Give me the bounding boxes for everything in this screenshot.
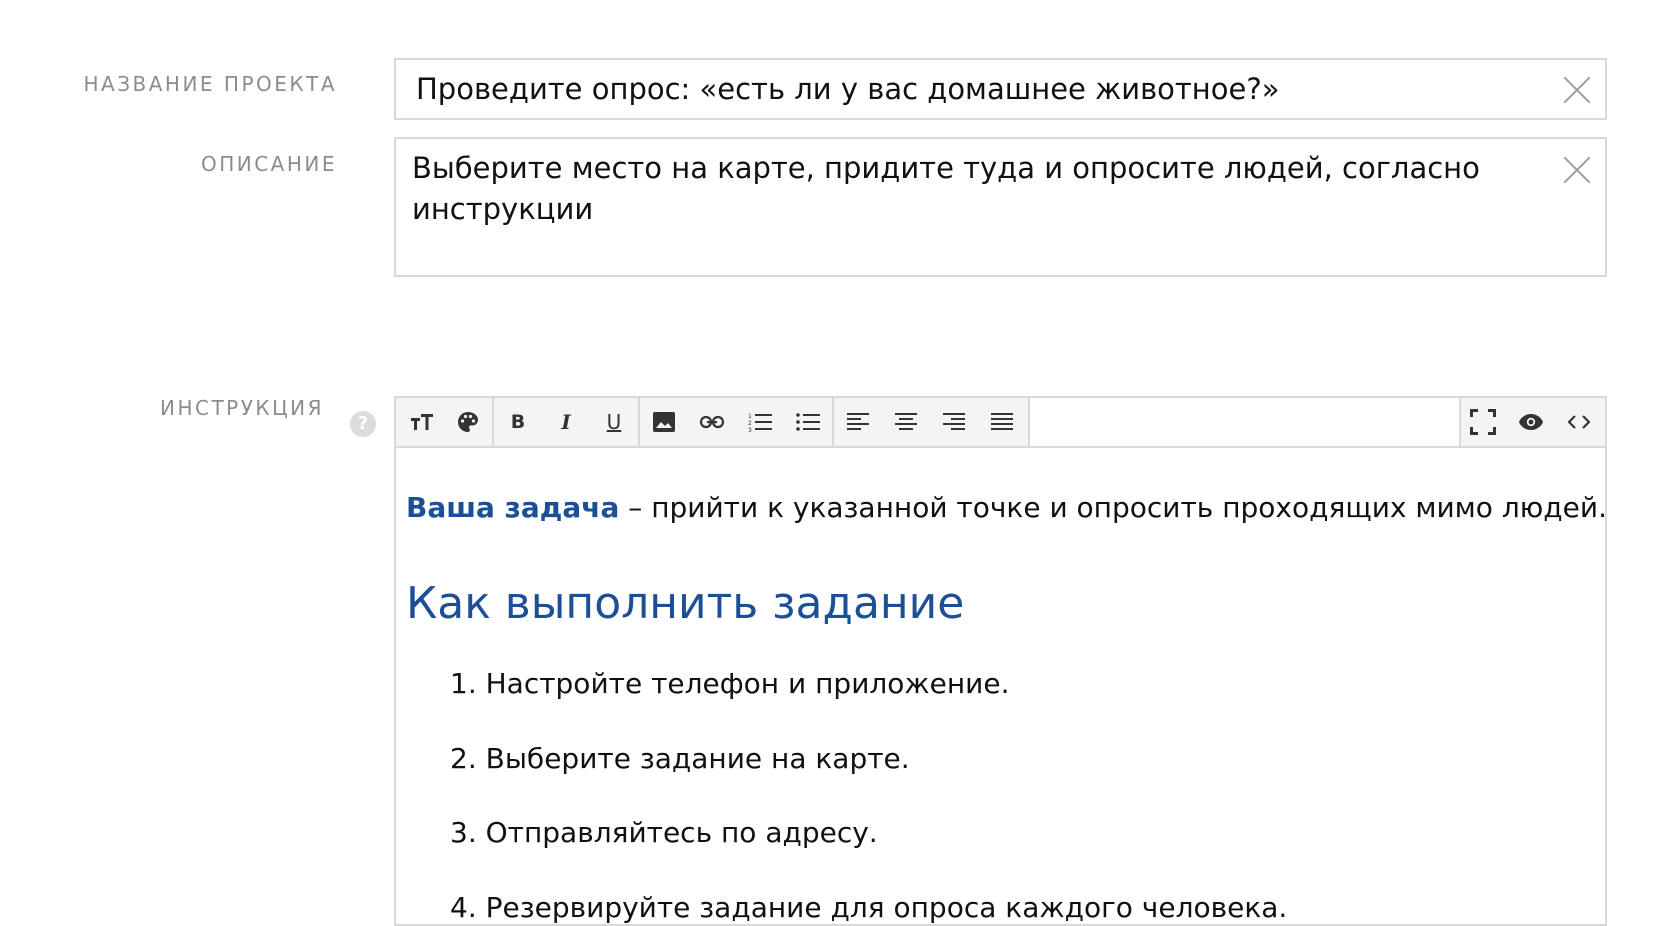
clear-description-icon[interactable] (1562, 155, 1592, 185)
list-item: 1. Настройте телефон и приложение. (450, 667, 1010, 700)
align-left-icon[interactable] (836, 398, 880, 446)
editor-content[interactable]: Ваша задача – прийти к указанной точке и… (406, 446, 1605, 924)
help-icon[interactable]: ? (350, 411, 376, 437)
fullscreen-icon[interactable] (1461, 398, 1505, 446)
underline-label: U (606, 410, 622, 434)
project-name-value[interactable]: Проведите опрос: «есть ли у вас домашнее… (416, 69, 1280, 110)
svg-text:1: 1 (748, 413, 752, 420)
project-name-label: НАЗВАНИЕ ПРОЕКТА (83, 72, 337, 96)
palette-icon[interactable] (446, 398, 490, 446)
italic-label: I (561, 410, 571, 434)
bold-button[interactable]: B (496, 398, 540, 446)
toolbar-group-style: B I U (494, 398, 640, 446)
project-name-field[interactable]: Проведите опрос: «есть ли у вас домашнее… (394, 58, 1607, 120)
image-icon[interactable] (642, 398, 686, 446)
intro-strong: Ваша задача (406, 491, 620, 524)
section-heading: Как выполнить задание (406, 578, 965, 629)
text-size-icon[interactable] (400, 398, 444, 446)
clear-project-name-icon[interactable] (1562, 75, 1592, 105)
svg-text:3: 3 (748, 427, 752, 432)
link-icon[interactable] (690, 398, 734, 446)
toolbar-group-view (1459, 398, 1605, 446)
list-item: 3. Отправляйтесь по адресу. (450, 816, 878, 849)
underline-button[interactable]: U (592, 398, 636, 446)
list-item: 4. Резервируйте задание для опроса каждо… (450, 891, 1288, 924)
code-icon[interactable] (1557, 398, 1601, 446)
align-center-icon[interactable] (884, 398, 928, 446)
intro-text: – прийти к указанной точке и опросить пр… (619, 491, 1607, 524)
unordered-list-icon[interactable] (786, 398, 830, 446)
bold-label: B (510, 411, 526, 433)
instruction-label: ИНСТРУКЦИЯ (160, 396, 325, 420)
description-label: ОПИСАНИЕ (200, 152, 337, 176)
align-justify-icon[interactable] (980, 398, 1024, 446)
eye-icon[interactable] (1509, 398, 1553, 446)
description-field[interactable]: Выберите место на карте, придите туда и … (394, 137, 1607, 277)
editor-toolbar: B I U 123 (396, 398, 1605, 448)
ordered-list-icon[interactable]: 123 (738, 398, 782, 446)
intro-paragraph: Ваша задача – прийти к указанной точке и… (406, 488, 1607, 528)
instruction-editor[interactable]: B I U 123 Ваша задача – прийти к указанн… (394, 396, 1607, 926)
list-item: 2. Выберите задание на карте. (450, 742, 910, 775)
toolbar-group-insert: 123 (640, 398, 834, 446)
italic-button[interactable]: I (544, 398, 588, 446)
description-value[interactable]: Выберите место на карте, придите туда и … (412, 148, 1480, 230)
svg-text:2: 2 (748, 420, 752, 427)
toolbar-group-align (834, 398, 1030, 446)
align-right-icon[interactable] (932, 398, 976, 446)
toolbar-group-format (396, 398, 494, 446)
